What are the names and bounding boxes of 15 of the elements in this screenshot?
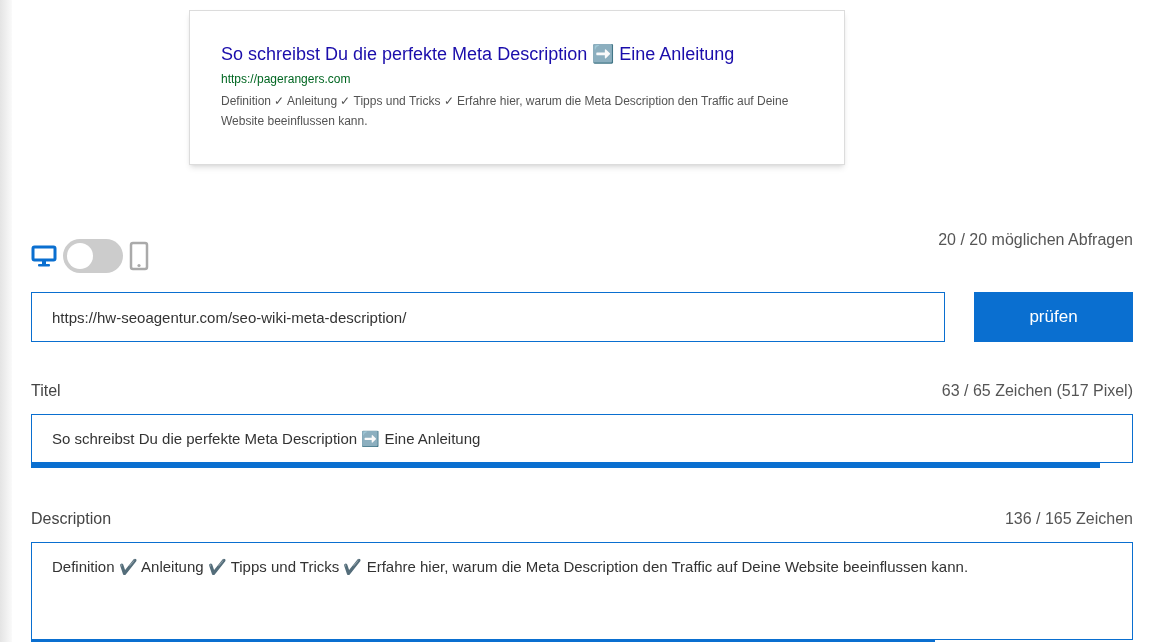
check-button[interactable]: prüfen xyxy=(974,292,1133,342)
snippet-description: Definition ✓ Anleitung ✓ Tipps und Tricks ✓ Erfahre hier, warum die Meta Description den Traffic auf Deine Website beeinflussen kann. xyxy=(221,93,790,130)
query-count: 20 / 20 möglichen Abfragen xyxy=(938,230,1133,250)
snippet-title: So schreibst Du die perfekte Meta Description ➡ Eine Anleitung xyxy=(221,43,736,65)
desktop-icon[interactable] xyxy=(31,245,57,267)
device-toggle[interactable] xyxy=(63,239,123,273)
snippet-url: https://pagerangers.com xyxy=(221,71,352,88)
title-char-count: 63 / 65 Zeichen (517 Pixel) xyxy=(941,381,1133,401)
description-char-count: 136 / 165 Zeichen xyxy=(1004,509,1133,529)
title-label: Titel xyxy=(31,381,61,401)
description-label: Description xyxy=(31,509,112,529)
description-text-area[interactable]: Definition ✔ Anleitung ✔ Tipps und Tricks ✔ Erfahre hier, warum die Meta Description den Traffic auf Deine Website beeinflussen kann. xyxy=(31,542,1133,640)
title-input-field[interactable]: So schreibst Du die perfekte Meta Description ➡ Eine Anleitung xyxy=(31,414,1133,463)
smartphone-icon[interactable] xyxy=(129,241,149,271)
url-input-field[interactable]: https://hw-seoagentur.com/seo-wiki-meta-description/ xyxy=(31,292,945,342)
